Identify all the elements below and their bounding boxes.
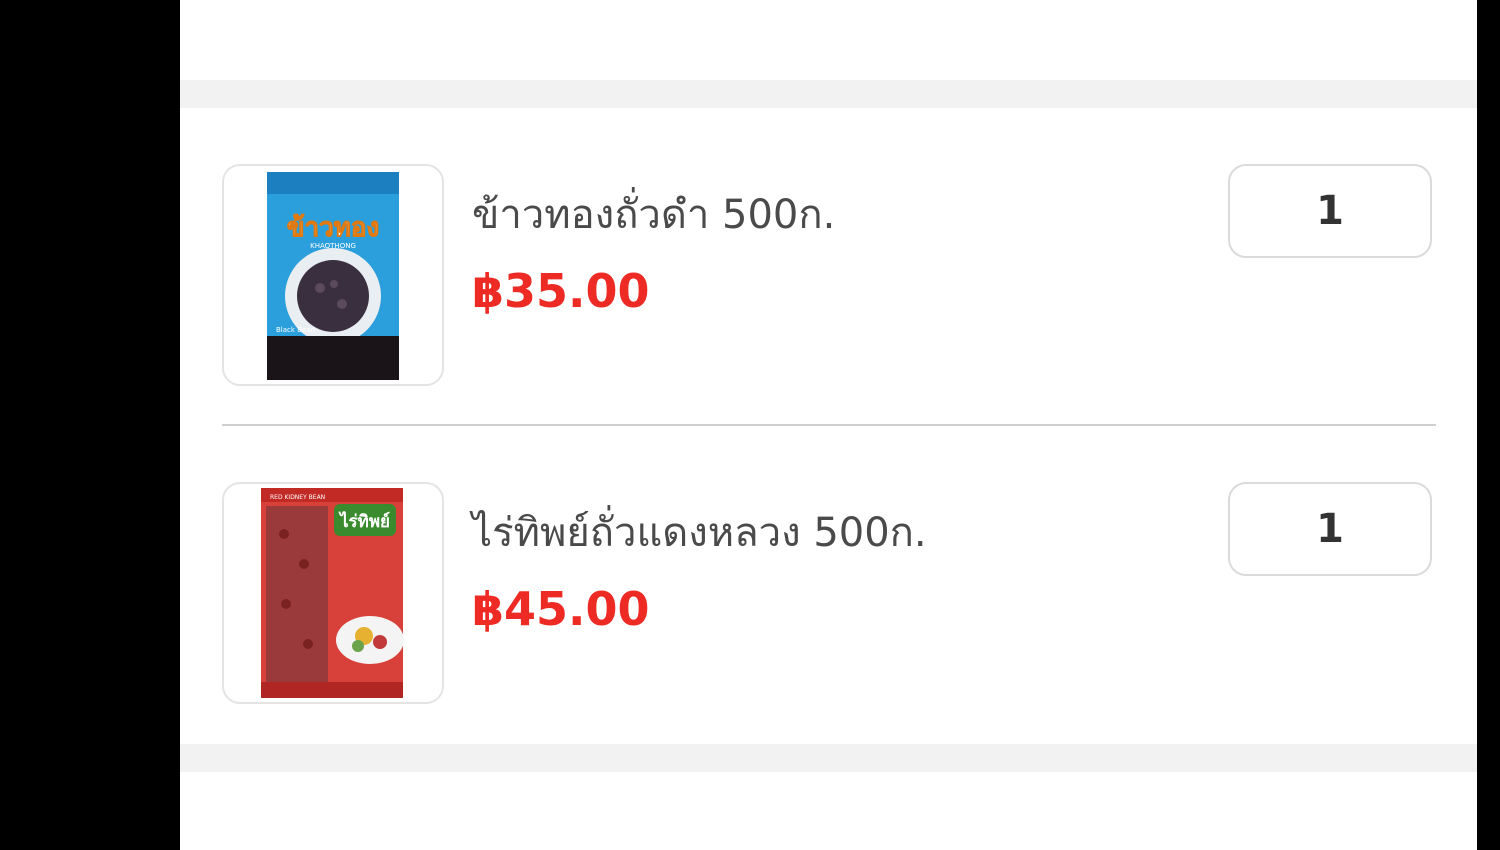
brand-logo-text: ไร่ทิพย์ bbox=[338, 511, 390, 532]
cart-item[interactable]: ข้าวทอง KHAOTHONG Black Bean ข้าวทองถั่ว… bbox=[222, 164, 1436, 386]
black-bean-package-image: ข้าวทอง KHAOTHONG Black Bean bbox=[267, 172, 399, 380]
quantity-box[interactable]: 1 bbox=[1228, 482, 1432, 576]
product-name: ข้าวทองถั่วดำ 500ก. bbox=[472, 192, 836, 238]
item-divider bbox=[222, 424, 1436, 426]
red-kidney-bean-package-image: RED KIDNEY BEAN ไร่ทิพย์ bbox=[261, 488, 404, 698]
product-image[interactable]: RED KIDNEY BEAN ไร่ทิพย์ bbox=[222, 482, 444, 704]
section-gap bbox=[180, 80, 1477, 108]
cart-item[interactable]: RED KIDNEY BEAN ไร่ทิพย์ ไร่ทิพย์ถั่วแดง… bbox=[222, 482, 1436, 704]
product-tag-text: Black Bean bbox=[276, 326, 315, 334]
product-image[interactable]: ข้าวทอง KHAOTHONG Black Bean bbox=[222, 164, 444, 386]
screen-edge bbox=[1477, 0, 1500, 850]
quantity-box[interactable]: 1 bbox=[1228, 164, 1432, 258]
section-gap bbox=[180, 744, 1477, 772]
product-price: ฿35.00 bbox=[472, 264, 650, 318]
product-tag-text: RED KIDNEY BEAN bbox=[270, 494, 325, 501]
product-name: ไร่ทิพย์ถั่วแดงหลวง 500ก. bbox=[472, 510, 927, 556]
screen: ข้าวทอง KHAOTHONG Black Bean ข้าวทองถั่ว… bbox=[180, 0, 1477, 850]
brand-logo-text: ข้าวทอง bbox=[287, 213, 379, 243]
product-price: ฿45.00 bbox=[472, 582, 650, 636]
